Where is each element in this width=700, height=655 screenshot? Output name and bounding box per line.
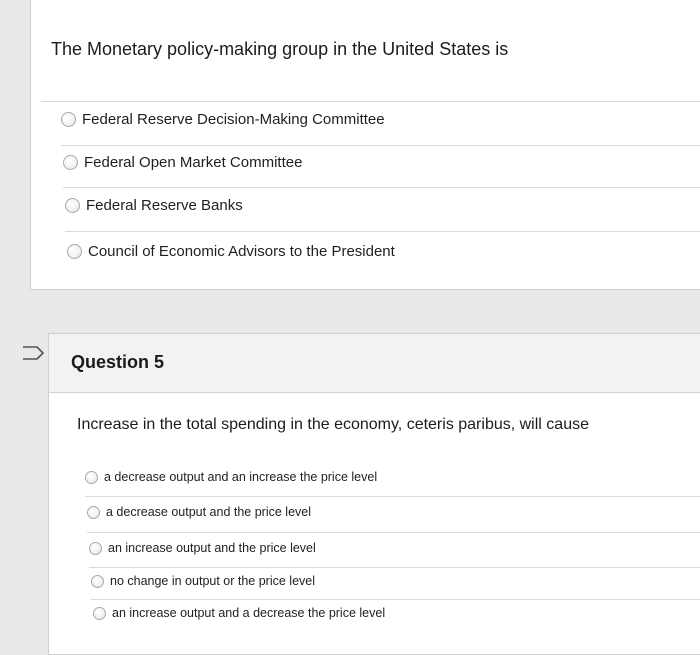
option-label: Council of Economic Advisors to the Pres… <box>88 243 395 260</box>
radio-button[interactable] <box>63 155 78 170</box>
radio-button[interactable] <box>85 470 98 484</box>
divider <box>91 599 700 600</box>
q4-option-3[interactable]: Federal Reserve Banks <box>65 197 243 214</box>
divider <box>87 532 700 533</box>
question-5-header: Question 5 <box>49 334 700 393</box>
radio-button[interactable] <box>89 541 102 555</box>
option-label: a decrease output and the price level <box>106 505 311 519</box>
option-label: a decrease output and an increase the pr… <box>104 470 378 484</box>
question-4-card: The Monetary policy-making group in the … <box>30 0 700 290</box>
radio-button[interactable] <box>91 574 104 588</box>
q5-option-5[interactable]: an increase output and a decrease the pr… <box>93 606 385 620</box>
q5-option-3[interactable]: an increase output and the price level <box>89 541 316 555</box>
option-label: Federal Reserve Banks <box>86 197 243 214</box>
divider <box>89 567 700 568</box>
q4-option-1[interactable]: Federal Reserve Decision-Making Committe… <box>61 111 385 128</box>
question-5-title: Question 5 <box>71 352 165 372</box>
option-label: an increase output and a decrease the pr… <box>112 606 386 620</box>
option-label: Federal Open Market Committee <box>84 154 303 171</box>
q5-option-4[interactable]: no change in output or the price level <box>91 574 315 588</box>
divider <box>63 187 700 188</box>
flag-outline-icon[interactable] <box>22 345 46 361</box>
question-5-card: Question 5 Increase in the total spendin… <box>48 333 700 655</box>
q5-option-1[interactable]: a decrease output and an increase the pr… <box>85 470 377 484</box>
option-label: no change in output or the price level <box>110 574 315 588</box>
q4-option-2[interactable]: Federal Open Market Committee <box>63 154 302 171</box>
radio-button[interactable] <box>65 198 80 213</box>
option-label: Federal Reserve Decision-Making Committe… <box>82 111 385 128</box>
divider <box>65 231 700 232</box>
question-5-prompt: Increase in the total spending in the ec… <box>77 416 589 433</box>
radio-button[interactable] <box>93 606 106 620</box>
radio-button[interactable] <box>87 505 100 519</box>
question-4-prompt: The Monetary policy-making group in the … <box>51 39 509 59</box>
radio-button[interactable] <box>61 112 76 127</box>
radio-button[interactable] <box>67 244 82 259</box>
q5-option-2[interactable]: a decrease output and the price level <box>87 505 311 519</box>
divider <box>85 496 700 497</box>
option-label: an increase output and the price level <box>108 541 316 555</box>
divider <box>61 145 700 146</box>
q4-option-4[interactable]: Council of Economic Advisors to the Pres… <box>67 243 395 260</box>
divider <box>41 101 700 102</box>
